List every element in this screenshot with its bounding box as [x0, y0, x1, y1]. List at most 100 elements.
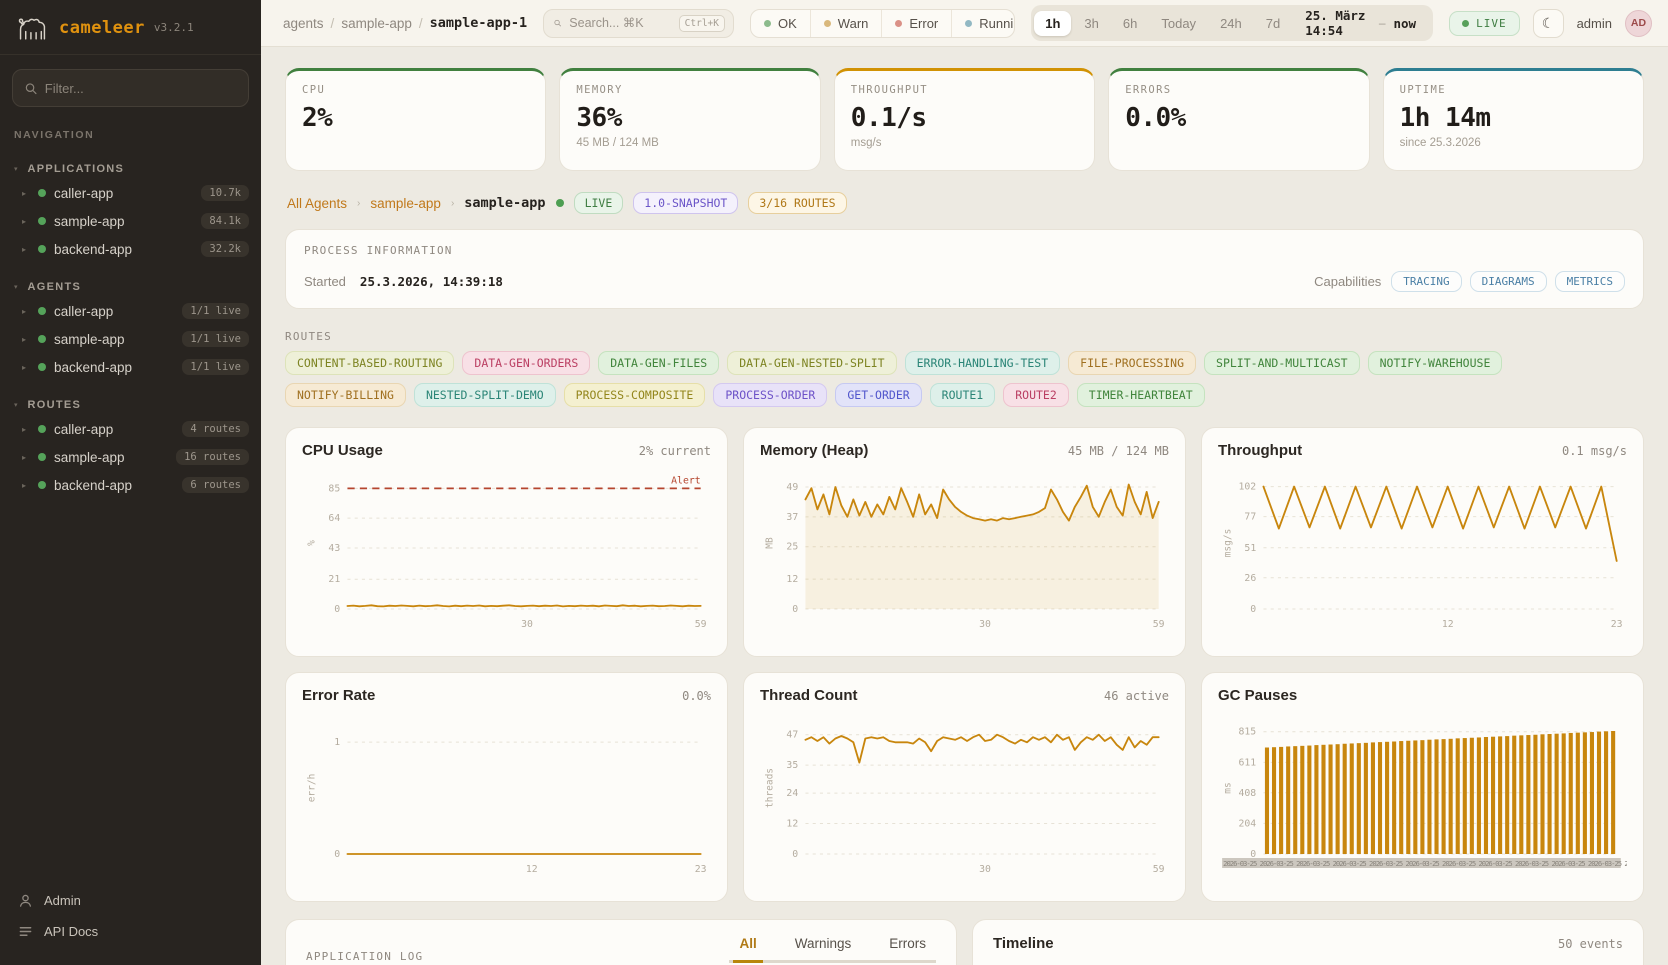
- chart-title: GC Pauses: [1218, 687, 1297, 704]
- route-badge-data-gen-nested-split[interactable]: DATA-GEN-NESTED-SPLIT: [727, 351, 896, 375]
- sidebar-item-backend-app[interactable]: ▸backend-app6 routes: [0, 471, 261, 499]
- svg-text:12: 12: [526, 864, 538, 875]
- log-tab-errors[interactable]: Errors: [883, 936, 932, 963]
- section-caret-icon: ▾: [14, 283, 18, 291]
- date-range[interactable]: 25. März 14:54–now: [1293, 8, 1430, 38]
- sidebar-item-badge: 4 routes: [182, 421, 249, 437]
- route-badge-file-processing[interactable]: FILE-PROCESSING: [1068, 351, 1196, 375]
- time-range-24h[interactable]: 24h: [1209, 11, 1253, 36]
- moon-icon: ☾: [1542, 15, 1555, 32]
- sidebar-item-label: backend-app: [54, 360, 132, 375]
- live-badge: LIVE: [1449, 11, 1520, 36]
- log-tab-all[interactable]: All: [733, 936, 762, 963]
- application-log-title: APPLICATION LOG: [306, 950, 423, 963]
- agent-breadcrumb-link[interactable]: All Agents: [287, 196, 347, 211]
- status-filter-warn[interactable]: Warn: [810, 10, 882, 37]
- sidebar-item-backend-app[interactable]: ▸backend-app1/1 live: [0, 353, 261, 381]
- route-badge-route2[interactable]: ROUTE2: [1003, 383, 1069, 407]
- sidebar-item-sample-app[interactable]: ▸sample-app84.1k: [0, 207, 261, 235]
- sidebar-item-sample-app[interactable]: ▸sample-app16 routes: [0, 443, 261, 471]
- global-search[interactable]: Ctrl+K: [543, 9, 734, 38]
- status-dot-icon: [895, 20, 902, 27]
- route-badges: CONTENT-BASED-ROUTING DATA-GEN-ORDERS DATA…: [285, 351, 1535, 407]
- chart-current-value: 2% current: [639, 444, 711, 458]
- status-filter-ok[interactable]: OK: [751, 10, 810, 37]
- route-badge-timer-heartbeat[interactable]: TIMER-HEARTBEAT: [1077, 383, 1205, 407]
- sidebar-section-header[interactable]: ▾ROUTES: [0, 395, 261, 415]
- sidebar-footer-api-docs[interactable]: API Docs: [0, 916, 261, 947]
- svg-text:2026-03-25 2026-03-25 2026-03-: 2026-03-25 2026-03-25 2026-03-25 2026-03…: [1223, 859, 1627, 868]
- route-badge-split-and-multicast[interactable]: SPLIT-AND-MULTICAST: [1204, 351, 1360, 375]
- status-filter-running[interactable]: Running: [951, 10, 1015, 37]
- sidebar-item-label: sample-app: [54, 450, 125, 465]
- sidebar-footer-label: Admin: [44, 893, 81, 908]
- avatar[interactable]: AD: [1625, 10, 1652, 37]
- sidebar-item-badge: 1/1 live: [182, 359, 249, 375]
- global-search-input[interactable]: [569, 16, 670, 30]
- svg-text:21: 21: [328, 574, 340, 585]
- sidebar-footer-admin[interactable]: Admin: [0, 885, 261, 916]
- agent-live-dot-icon: [556, 199, 564, 207]
- chart-card-error-rate: Error Rate0.0%01err/h1223: [285, 672, 728, 902]
- time-range-3h[interactable]: 3h: [1073, 11, 1109, 36]
- user-name: admin: [1577, 16, 1612, 31]
- chart-header: Thread Count46 active: [760, 687, 1169, 704]
- breadcrumb-link[interactable]: agents: [283, 16, 324, 31]
- time-range-7d[interactable]: 7d: [1255, 11, 1291, 36]
- filter-input[interactable]: [45, 81, 236, 96]
- breadcrumb-link[interactable]: sample-app: [341, 16, 412, 31]
- status-dot-icon: [38, 189, 46, 197]
- status-dot-icon: [38, 245, 46, 253]
- route-badge-data-gen-orders[interactable]: DATA-GEN-ORDERS: [462, 351, 590, 375]
- route-badge-nested-split-demo[interactable]: NESTED-SPLIT-DEMO: [414, 383, 556, 407]
- agent-breadcrumb-link[interactable]: sample-app: [370, 196, 441, 211]
- route-badge-process-composite[interactable]: PROCESS-COMPOSITE: [564, 383, 706, 407]
- svg-text:35: 35: [786, 760, 798, 771]
- sidebar-item-backend-app[interactable]: ▸backend-app32.2k: [0, 235, 261, 263]
- sidebar-item-label: backend-app: [54, 242, 132, 257]
- sidebar-item-badge: 6 routes: [182, 477, 249, 493]
- sidebar-section-label: APPLICATIONS: [28, 163, 125, 175]
- sidebar-item-caller-app[interactable]: ▸caller-app10.7k: [0, 179, 261, 207]
- time-range-today[interactable]: Today: [1150, 11, 1207, 36]
- sidebar-item-caller-app[interactable]: ▸caller-app1/1 live: [0, 297, 261, 325]
- svg-text:24: 24: [786, 788, 798, 799]
- route-badge-process-order[interactable]: PROCESS-ORDER: [713, 383, 827, 407]
- search-shortcut-key: Ctrl+K: [679, 15, 725, 32]
- chart-title: Throughput: [1218, 442, 1302, 459]
- stat-card-throughput: THROUGHPUT0.1/smsg/s: [834, 68, 1095, 171]
- search-icon: [25, 82, 37, 95]
- route-badge-error-handling-test[interactable]: ERROR-HANDLING-TEST: [905, 351, 1061, 375]
- time-range-6h[interactable]: 6h: [1112, 11, 1148, 36]
- stat-card-uptime: UPTIME1h 14msince 25.3.2026: [1383, 68, 1644, 171]
- sidebar-section-header[interactable]: ▾AGENTS: [0, 277, 261, 297]
- route-badge-data-gen-files[interactable]: DATA-GEN-FILES: [598, 351, 719, 375]
- chart-title: Memory (Heap): [760, 442, 868, 459]
- status-dot-icon: [38, 307, 46, 315]
- route-badge-content-based-routing[interactable]: CONTENT-BASED-ROUTING: [285, 351, 454, 375]
- sidebar-section-header[interactable]: ▾APPLICATIONS: [0, 159, 261, 179]
- route-badge-get-order[interactable]: GET-ORDER: [835, 383, 921, 407]
- chart-current-value: 45 MB / 124 MB: [1068, 444, 1169, 458]
- route-badge-notify-warehouse[interactable]: NOTIFY-WAREHOUSE: [1368, 351, 1503, 375]
- svg-text:0: 0: [792, 604, 798, 615]
- log-tab-warnings[interactable]: Warnings: [789, 936, 858, 963]
- sidebar-section-routes: ▾ROUTES▸caller-app4 routes▸sample-app16 …: [0, 395, 261, 499]
- app-version: v3.2.1: [154, 21, 194, 34]
- svg-text:815: 815: [1239, 727, 1257, 738]
- sidebar-item-label: backend-app: [54, 478, 132, 493]
- sidebar-item-sample-app[interactable]: ▸sample-app1/1 live: [0, 325, 261, 353]
- route-badge-route1[interactable]: ROUTE1: [930, 383, 996, 407]
- status-filter-error[interactable]: Error: [881, 10, 951, 37]
- breadcrumb-current: sample-app-1: [430, 15, 528, 31]
- sidebar-item-caller-app[interactable]: ▸caller-app4 routes: [0, 415, 261, 443]
- chart-card-gc-pauses: GC Pauses0204408611815ms2026-03-25 2026-…: [1201, 672, 1644, 902]
- sidebar-item-badge: 16 routes: [176, 449, 249, 465]
- stat-value: 1h 14m: [1400, 103, 1627, 133]
- stat-label: ERRORS: [1125, 84, 1352, 96]
- time-range-1h[interactable]: 1h: [1034, 11, 1071, 36]
- route-badge-notify-billing[interactable]: NOTIFY-BILLING: [285, 383, 406, 407]
- sidebar-footer: Admin API Docs: [0, 877, 261, 965]
- sidebar-filter[interactable]: [12, 69, 249, 107]
- theme-toggle-button[interactable]: ☾: [1533, 9, 1564, 38]
